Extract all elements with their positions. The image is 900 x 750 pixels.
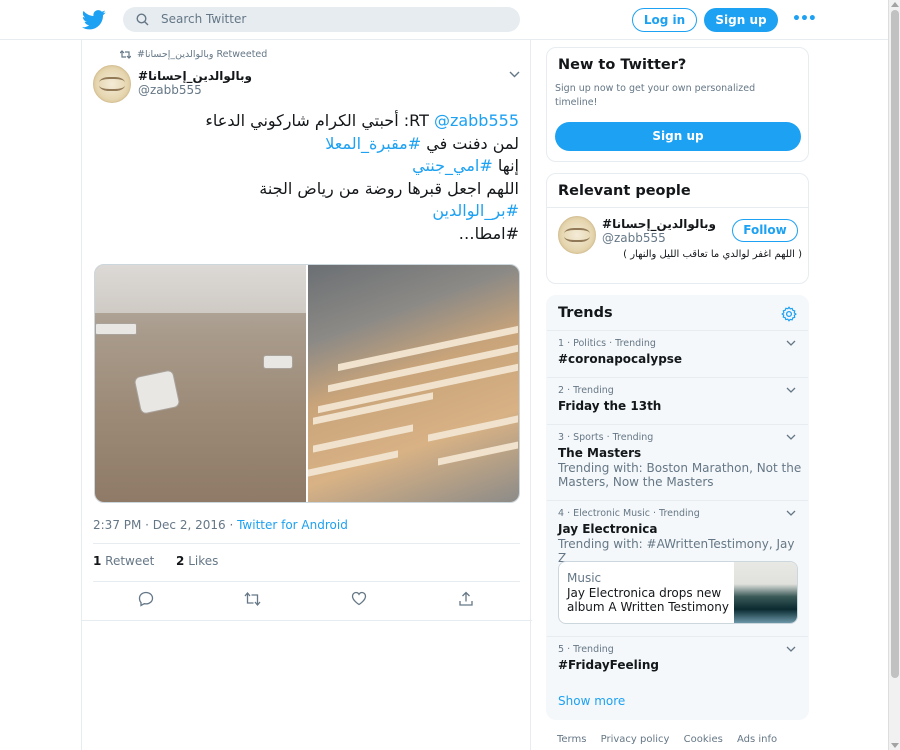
footer-link-cookies[interactable]: Cookies bbox=[684, 734, 723, 745]
tweet-text-line: لمن دفنت في #مقبرة_المعلا bbox=[182, 133, 519, 156]
music-news-category: Music bbox=[567, 571, 602, 585]
search-placeholder: Search Twitter bbox=[161, 12, 247, 26]
chevron-down-icon[interactable] bbox=[786, 510, 796, 516]
trend-meta: 5 · Trending bbox=[558, 644, 614, 655]
relevant-people-title: Relevant people bbox=[558, 183, 691, 199]
scrollbar-thumb[interactable] bbox=[891, 10, 899, 678]
tweet-text-line: RT @zabb555 : أحبتي الكرام شاركوني الدعاء bbox=[182, 110, 519, 133]
like-icon[interactable] bbox=[351, 591, 367, 606]
tweet-text: RT @zabb555 : أحبتي الكرام شاركوني الدعاء… bbox=[182, 110, 519, 245]
footer-link-ads[interactable]: Ads info bbox=[737, 734, 777, 745]
tweet-text-fragment: : أحبتي الكرام شاركوني الدعاء bbox=[205, 111, 410, 130]
trend-meta: 2 · Trending bbox=[558, 385, 614, 396]
footer-link-terms[interactable]: Terms bbox=[557, 734, 586, 745]
author-avatar[interactable] bbox=[93, 65, 131, 103]
tweet-text-fragment: RT bbox=[409, 111, 434, 130]
person-name[interactable]: #وبالوالدين_إحسانا bbox=[602, 217, 716, 231]
footer-links: Terms Privacy policy Cookies Ads info bbox=[557, 734, 788, 745]
chevron-down-icon[interactable] bbox=[786, 387, 796, 393]
new-to-twitter-title: New to Twitter? bbox=[558, 57, 687, 73]
trend-item[interactable]: 1 · Politics · Trending #coronapocalypse bbox=[547, 330, 808, 377]
trend-meta: 1 · Politics · Trending bbox=[558, 338, 656, 349]
person-handle[interactable]: @zabb555 bbox=[602, 231, 666, 245]
trend-item[interactable]: 4 · Electronic Music · Trending Jay Elec… bbox=[547, 500, 808, 636]
tweet-actions bbox=[82, 591, 532, 611]
music-news-title[interactable]: Jay Electronica drops new album A Writte… bbox=[567, 586, 732, 614]
top-bar: Search Twitter Log in Sign up ••• bbox=[0, 0, 888, 40]
trend-name[interactable]: Friday the 13th bbox=[558, 399, 661, 413]
tweet-text-line: #بر_الوالدين bbox=[182, 200, 519, 223]
tweet-stats: 1 Retweet 2 Likes bbox=[93, 554, 218, 568]
show-more-link[interactable]: Show more bbox=[558, 694, 625, 708]
trends-card: Trends 1 · Politics · Trending #coronapo… bbox=[546, 295, 809, 720]
sidebar-signup-button[interactable]: Sign up bbox=[555, 122, 801, 151]
tweet-link[interactable]: #امي_جنتي bbox=[412, 156, 493, 175]
chevron-down-icon[interactable] bbox=[786, 340, 796, 346]
gear-icon[interactable] bbox=[781, 306, 797, 322]
follow-button[interactable]: Follow bbox=[732, 219, 798, 242]
chevron-down-icon[interactable] bbox=[509, 71, 520, 78]
scroll-down-arrow[interactable] bbox=[891, 743, 899, 748]
share-icon[interactable] bbox=[458, 591, 474, 607]
person-bio: ( اللهم اغفر لوالدي ما تعاقب الليل والنه… bbox=[623, 249, 802, 260]
tweet-text-fragment: إنها bbox=[492, 156, 519, 175]
tweet-text-fragment: لمن دفنت في bbox=[421, 133, 519, 153]
retweet-icon[interactable] bbox=[244, 591, 261, 607]
more-options-icon[interactable]: ••• bbox=[792, 11, 817, 27]
tweet-column: #وبالوالدين_إحسانا Retweeted #وبالوالدين… bbox=[81, 40, 532, 750]
tweet-timestamp: 2:37 PM · Dec 2, 2016 · Twitter for Andr… bbox=[93, 518, 348, 532]
footer-link-privacy[interactable]: Privacy policy bbox=[601, 734, 670, 745]
tweet-text-fragment: اللهم اجعل قبرها روضة من رياض الجنة bbox=[259, 178, 519, 198]
trend-name[interactable]: #coronapocalypse bbox=[558, 352, 682, 366]
retweeted-label: #وبالوالدين_إحسانا Retweeted bbox=[137, 49, 268, 60]
retweeted-indicator: #وبالوالدين_إحسانا Retweeted bbox=[119, 49, 268, 60]
page-scrollbar[interactable] bbox=[888, 0, 900, 750]
tweet-text-fragment: #امطا… bbox=[458, 223, 519, 243]
relevant-people-card: Relevant people #وبالوالدين_إحسانا @zabb… bbox=[546, 173, 809, 284]
trend-meta: 4 · Electronic Music · Trending bbox=[558, 508, 700, 519]
tweet-link[interactable]: @zabb555 bbox=[434, 111, 519, 130]
like-count-label[interactable]: Likes bbox=[184, 554, 218, 568]
twitter-logo-icon[interactable] bbox=[82, 9, 106, 31]
retweet-count-label[interactable]: Retweet bbox=[101, 554, 154, 568]
trend-meta: 3 · Sports · Trending bbox=[558, 432, 654, 443]
author-handle[interactable]: @zabb555 bbox=[138, 83, 202, 97]
scroll-up-arrow[interactable] bbox=[891, 2, 899, 7]
tweet-media[interactable] bbox=[94, 264, 520, 503]
cemetery-aerial-photo[interactable] bbox=[308, 265, 519, 502]
music-news-card[interactable]: Music Jay Electronica drops new album A … bbox=[558, 561, 798, 624]
reply-icon[interactable] bbox=[138, 591, 154, 607]
search-input[interactable]: Search Twitter bbox=[123, 7, 520, 32]
trend-item[interactable]: 3 · Sports · Trending The Masters Trendi… bbox=[547, 424, 808, 500]
tweet-source-link[interactable]: Twitter for Android bbox=[237, 518, 348, 532]
search-icon bbox=[136, 13, 149, 26]
trend-item[interactable]: 5 · Trending #FridayFeeling bbox=[547, 636, 808, 686]
chevron-down-icon[interactable] bbox=[786, 646, 796, 652]
music-news-thumbnail[interactable] bbox=[734, 562, 797, 623]
cemetery-ground-photo[interactable] bbox=[95, 265, 306, 502]
timestamp-text[interactable]: 2:37 PM · Dec 2, 2016 · bbox=[93, 518, 237, 532]
signup-button[interactable]: Sign up bbox=[704, 8, 778, 32]
trend-name[interactable]: The Masters bbox=[558, 446, 641, 460]
tweet-text-line: اللهم اجعل قبرها روضة من رياض الجنة bbox=[182, 178, 519, 201]
tweet-text-line: #امطا… bbox=[182, 223, 519, 246]
trend-name[interactable]: #FridayFeeling bbox=[558, 658, 659, 672]
tweet-link[interactable]: #بر_الوالدين bbox=[432, 201, 519, 220]
login-button[interactable]: Log in bbox=[632, 8, 697, 32]
retweet-small-icon bbox=[119, 50, 132, 59]
tweet-link[interactable]: #مقبرة_المعلا bbox=[325, 134, 421, 153]
new-to-twitter-card: New to Twitter? Sign up now to get your … bbox=[546, 47, 809, 162]
trend-name[interactable]: Jay Electronica bbox=[558, 522, 658, 536]
trend-context: Trending with: Boston Marathon, Not the … bbox=[558, 461, 802, 489]
author-name[interactable]: #وبالوالدين_إحسانا bbox=[138, 69, 252, 83]
tweet-text-line: إنها #امي_جنتي bbox=[182, 155, 519, 178]
trend-item[interactable]: 2 · Trending Friday the 13th bbox=[547, 377, 808, 424]
chevron-down-icon[interactable] bbox=[786, 434, 796, 440]
person-avatar[interactable] bbox=[558, 216, 596, 254]
new-to-twitter-subtitle: Sign up now to get your own personalized… bbox=[555, 83, 756, 108]
trends-title: Trends bbox=[558, 305, 613, 321]
